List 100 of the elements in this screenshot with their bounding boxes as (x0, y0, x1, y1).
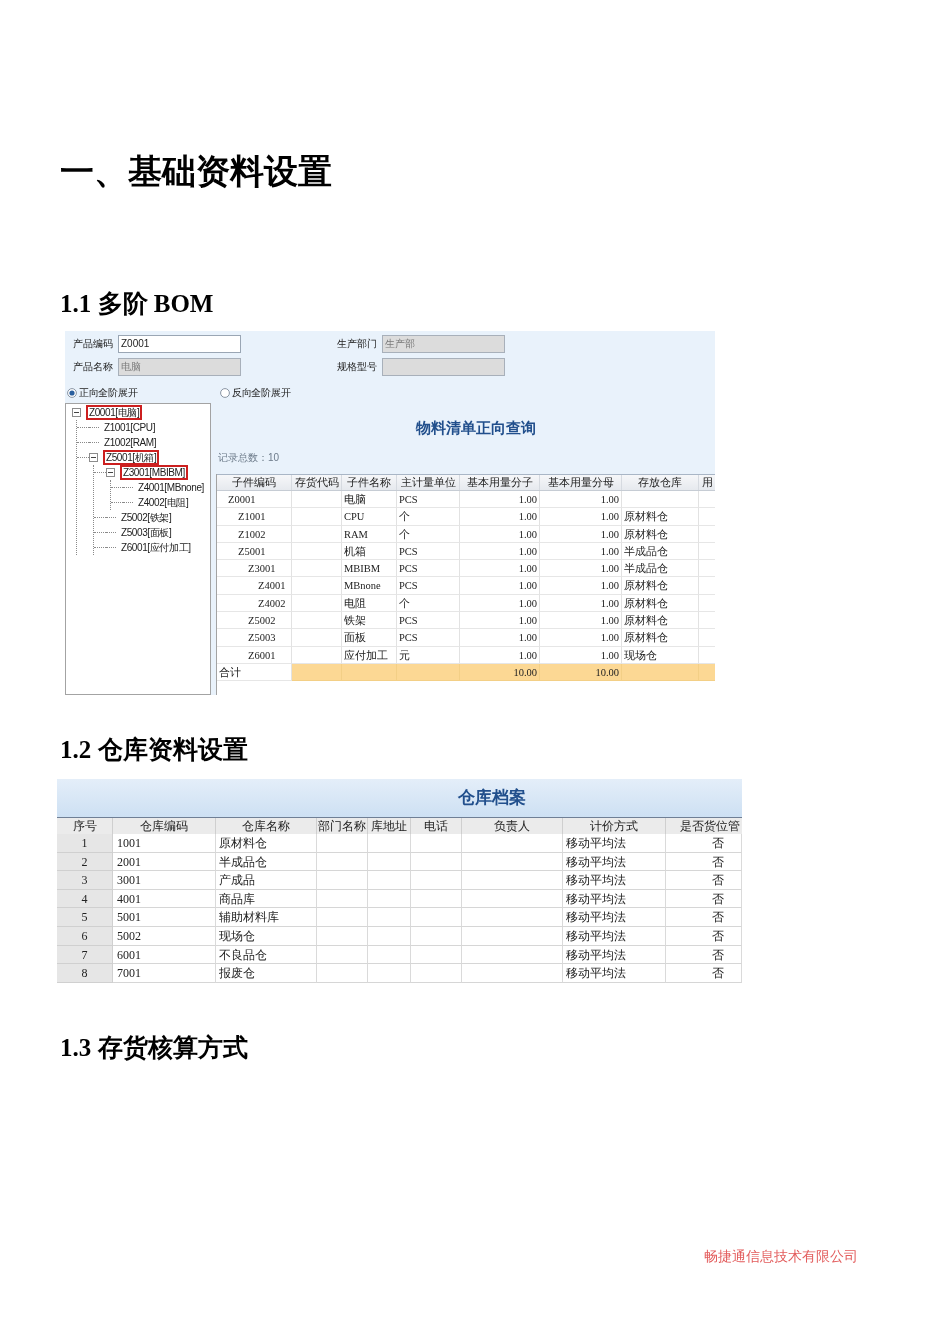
table-cell (411, 964, 462, 983)
tree-item[interactable]: Z1002[RAM] (101, 435, 160, 450)
column-header: 仓库编码 (113, 818, 216, 834)
table-cell: Z5003 (217, 629, 292, 647)
table-cell (292, 646, 342, 664)
page-heading: 一、基础资料设置 (60, 152, 332, 192)
table-cell: Z4001 (217, 577, 292, 595)
table-cell: CPU (342, 508, 397, 526)
table-cell: PCS (397, 542, 460, 561)
tree-item[interactable]: Z0001[电脑] (86, 405, 143, 420)
table-cell (317, 945, 368, 965)
table-cell: 否 (666, 926, 742, 946)
table-cell: 移动平均法 (563, 871, 666, 890)
table-cell: 1.00 (540, 491, 622, 509)
table-cell: 半成品仓 (622, 542, 699, 561)
table-cell: 否 (666, 889, 742, 909)
table-cell (317, 852, 368, 872)
table-cell: RAM (342, 525, 397, 543)
table-cell: 原材料仓 (622, 577, 699, 595)
tree-item[interactable]: Z5001[机箱] (103, 450, 160, 465)
table-cell: 元 (397, 646, 460, 664)
table-cell: PCS (397, 560, 460, 578)
list-title: 仓库档案 (458, 788, 526, 807)
table-cell: 移动平均法 (563, 852, 666, 872)
table-cell (292, 491, 342, 509)
table-cell: 原材料仓 (622, 508, 699, 526)
table-cell (411, 908, 462, 927)
radio-icon[interactable] (67, 388, 77, 398)
tree-item[interactable]: Z5003[面板] (118, 525, 175, 540)
table-cell: 3 (57, 871, 113, 890)
table-cell (368, 908, 411, 927)
field-label: 产品名称 (73, 361, 114, 373)
table-cell: 1.00 (460, 612, 540, 630)
column-header: 子件编码 (217, 475, 292, 490)
table-cell: 移动平均法 (563, 889, 666, 909)
section-heading: 1.3 存货核算方式 (60, 1033, 248, 1062)
input-field[interactable]: Z0001 (118, 335, 241, 353)
table-cell: 1.00 (540, 629, 622, 647)
table-cell: 半成品仓 (216, 852, 317, 872)
table-cell: 1.00 (540, 612, 622, 630)
table-cell: 1.00 (460, 525, 540, 543)
collapse-icon[interactable] (106, 468, 115, 477)
table-cell: 移动平均法 (563, 945, 666, 965)
column-header: 基本用量分子 (460, 475, 540, 490)
collapse-icon[interactable] (89, 453, 98, 462)
table-cell: 1.00 (540, 525, 622, 543)
collapse-icon[interactable] (72, 408, 81, 417)
table-cell: 现场仓 (622, 646, 699, 664)
table-cell: 个 (397, 508, 460, 526)
column-header: 子件名称 (342, 475, 397, 490)
tree-item[interactable]: Z5002[铁架] (118, 510, 175, 525)
table-cell (292, 612, 342, 630)
tree-item[interactable]: Z4001[MBnone] (135, 480, 207, 495)
table-cell (411, 945, 462, 965)
column-header: 基本用量分母 (540, 475, 622, 490)
table-cell: 应付加工 (342, 646, 397, 664)
table-cell: 否 (666, 964, 742, 983)
table-cell: 否 (666, 834, 742, 853)
table-cell: 现场仓 (216, 926, 317, 946)
table-cell: Z0001 (217, 491, 292, 509)
table-cell: 3001 (113, 871, 216, 890)
field-label: 产品编码 (73, 338, 114, 350)
table-cell (317, 834, 368, 853)
table-cell (368, 889, 411, 909)
tree-item[interactable]: Z6001[应付加工] (118, 540, 194, 555)
table-cell: 否 (666, 871, 742, 890)
table-cell: Z4002 (217, 594, 292, 613)
table-cell: PCS (397, 577, 460, 595)
table-cell: PCS (397, 629, 460, 647)
table-cell: 电阻 (342, 594, 397, 613)
table-cell (292, 560, 342, 578)
table-cell: 2001 (113, 852, 216, 872)
table-cell: 1.00 (540, 577, 622, 595)
column-header: 部门名称 (317, 818, 368, 834)
table-cell: 1001 (113, 834, 216, 853)
table-cell: 原材料仓 (216, 834, 317, 853)
table-cell: 半成品仓 (622, 560, 699, 578)
table-cell: 6001 (113, 945, 216, 965)
radio-option[interactable]: 反向全阶展开 (220, 387, 373, 399)
tree-item[interactable]: Z1001[CPU] (101, 420, 159, 435)
tree-item[interactable]: Z3001[MBIBM] (120, 465, 188, 480)
table-cell: 否 (666, 852, 742, 872)
table-cell: 1.00 (460, 542, 540, 561)
column-header: 电话 (411, 818, 462, 834)
table-cell (368, 945, 411, 965)
column-header: 主计量单位 (397, 475, 460, 490)
table-cell: 个 (397, 594, 460, 613)
table-cell: Z1001 (217, 508, 292, 526)
table-cell: 1.00 (460, 646, 540, 664)
table-cell: 不良品仓 (216, 945, 317, 965)
table-cell: 移动平均法 (563, 908, 666, 927)
table-cell: MBIBM (342, 560, 397, 578)
table-cell: 4001 (113, 889, 216, 909)
column-header: 库地址 (368, 818, 411, 834)
column-header: 是否货位管 (679, 818, 741, 834)
tree-item[interactable]: Z4002[电阻] (135, 495, 192, 510)
table-cell (368, 871, 411, 890)
table-cell: 5001 (113, 908, 216, 927)
radio-option[interactable]: 正向全阶展开 (67, 387, 220, 399)
radio-icon[interactable] (220, 388, 230, 398)
